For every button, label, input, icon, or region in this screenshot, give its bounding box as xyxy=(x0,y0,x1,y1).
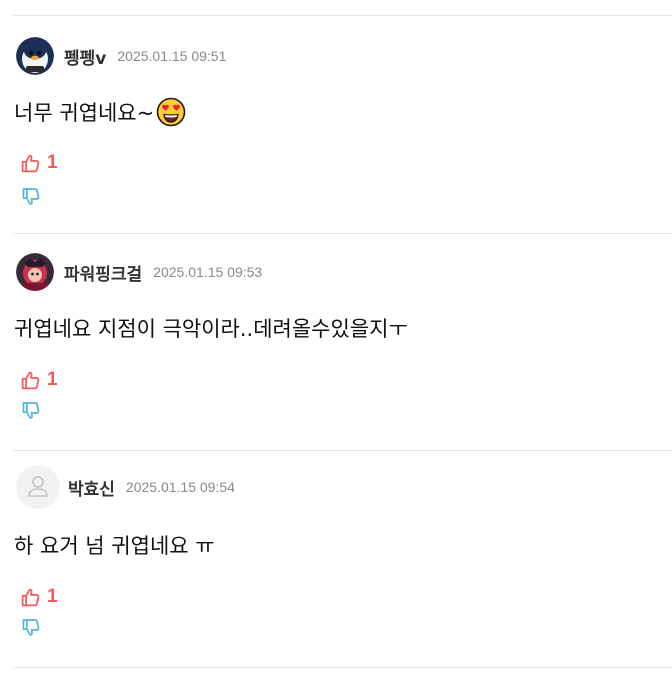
like-count: 1 xyxy=(47,586,58,607)
penguin-avatar-icon xyxy=(16,37,54,75)
comment-text: 귀엽네요 지점이 극악이라..데려올수있을지ㅜ xyxy=(14,313,408,343)
thumbs-down-icon xyxy=(22,402,40,419)
thumbs-up-icon xyxy=(21,588,40,606)
comment-header: 펭펭v 2025.01.15 09:51 xyxy=(16,37,226,75)
author-name[interactable]: 파워핑크걸 xyxy=(64,260,142,285)
dislike-button[interactable] xyxy=(21,186,41,211)
comment-text: 너무 귀엽네요~ xyxy=(14,97,186,127)
author-name[interactable]: 펭펭v xyxy=(64,44,106,69)
avatar[interactable] xyxy=(16,253,54,291)
avatar[interactable] xyxy=(16,37,54,75)
heart-eyes-emoji-icon xyxy=(156,97,186,127)
like-button[interactable]: 1 xyxy=(20,586,58,608)
comment-date: 2025.01.15 09:53 xyxy=(153,264,263,280)
comment-header: 박효신 2025.01.15 09:54 xyxy=(16,465,235,509)
thumbs-down-icon xyxy=(22,188,40,205)
like-button[interactable]: 1 xyxy=(20,152,58,174)
thumbs-up-icon xyxy=(21,154,40,172)
thumbs-down-icon xyxy=(22,619,40,636)
character-avatar-icon xyxy=(16,253,54,291)
comment-date: 2025.01.15 09:54 xyxy=(125,479,235,495)
dislike-button[interactable] xyxy=(21,617,41,642)
comment-item: 펭펭v 2025.01.15 09:51 너무 귀엽네요~ 1 xyxy=(0,15,672,232)
comment-text-content: 귀엽네요 지점이 극악이라..데려올수있을지ㅜ xyxy=(14,317,408,341)
dislike-button[interactable] xyxy=(21,400,41,425)
comment-text-content: 하 요거 넘 귀엽네요 ㅠ xyxy=(14,534,215,558)
comment-date: 2025.01.15 09:51 xyxy=(117,48,227,64)
avatar[interactable] xyxy=(16,465,60,509)
like-button[interactable]: 1 xyxy=(20,369,58,391)
author-name[interactable]: 박효신 xyxy=(68,475,115,500)
comment-header: 파워핑크걸 2025.01.15 09:53 xyxy=(16,253,262,291)
comment-text-content: 너무 귀엽네요~ xyxy=(14,101,155,125)
divider xyxy=(13,667,672,668)
comment-item: 파워핑크걸 2025.01.15 09:53 귀엽네요 지점이 극악이라..데려… xyxy=(0,233,672,450)
comment-item: 박효신 2025.01.15 09:54 하 요거 넘 귀엽네요 ㅠ 1 xyxy=(0,450,672,667)
comment-text: 하 요거 넘 귀엽네요 ㅠ xyxy=(14,530,215,560)
like-count: 1 xyxy=(47,369,58,390)
thumbs-up-icon xyxy=(21,371,40,389)
like-count: 1 xyxy=(47,152,58,173)
default-user-avatar-icon xyxy=(16,465,60,509)
